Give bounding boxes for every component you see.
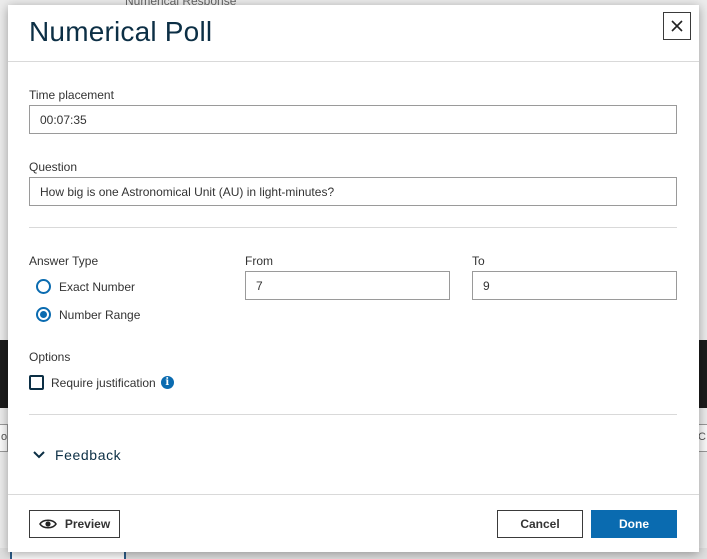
time-placement-input[interactable] bbox=[29, 105, 677, 134]
radio-label: Exact Number bbox=[59, 279, 136, 294]
question-label: Question bbox=[29, 160, 78, 174]
from-label: From bbox=[245, 254, 273, 268]
eye-icon bbox=[38, 518, 57, 530]
close-icon bbox=[671, 20, 683, 32]
dialog-footer: Preview Cancel Done bbox=[8, 494, 699, 552]
radio-selected-dot bbox=[40, 311, 47, 318]
info-icon[interactable]: i bbox=[160, 376, 174, 389]
question-input[interactable] bbox=[29, 177, 677, 206]
close-button[interactable] bbox=[663, 12, 691, 40]
dialog-title: Numerical Poll bbox=[29, 16, 213, 47]
done-button[interactable]: Done bbox=[591, 510, 677, 538]
to-input[interactable] bbox=[472, 271, 677, 300]
feedback-toggle[interactable]: Feedback bbox=[33, 447, 121, 463]
background-left-button: o bbox=[0, 424, 8, 452]
radio-exact-number[interactable]: Exact Number bbox=[36, 279, 135, 294]
from-input[interactable] bbox=[245, 271, 450, 300]
numerical-poll-dialog: Numerical Poll Time placement Question A… bbox=[8, 5, 699, 552]
require-justification-row: Require justification i bbox=[29, 375, 174, 390]
chevron-down-icon bbox=[33, 451, 45, 459]
to-label: To bbox=[472, 254, 485, 268]
require-justification-checkbox[interactable] bbox=[29, 375, 44, 390]
radio-number-range[interactable]: Number Range bbox=[36, 307, 140, 322]
feedback-label: Feedback bbox=[55, 447, 122, 463]
require-justification-label: Require justification bbox=[51, 375, 156, 390]
time-placement-label: Time placement bbox=[29, 88, 114, 102]
radio-circle bbox=[36, 307, 51, 322]
radio-circle bbox=[36, 279, 51, 294]
divider bbox=[29, 227, 677, 228]
answer-type-label: Answer Type bbox=[29, 254, 99, 268]
radio-label: Number Range bbox=[59, 307, 141, 322]
cancel-button[interactable]: Cancel bbox=[497, 510, 583, 538]
options-label: Options bbox=[29, 350, 71, 364]
divider bbox=[29, 414, 677, 415]
dialog-header: Numerical Poll bbox=[8, 5, 699, 62]
preview-button[interactable]: Preview bbox=[29, 510, 120, 538]
preview-label: Preview bbox=[64, 517, 111, 531]
